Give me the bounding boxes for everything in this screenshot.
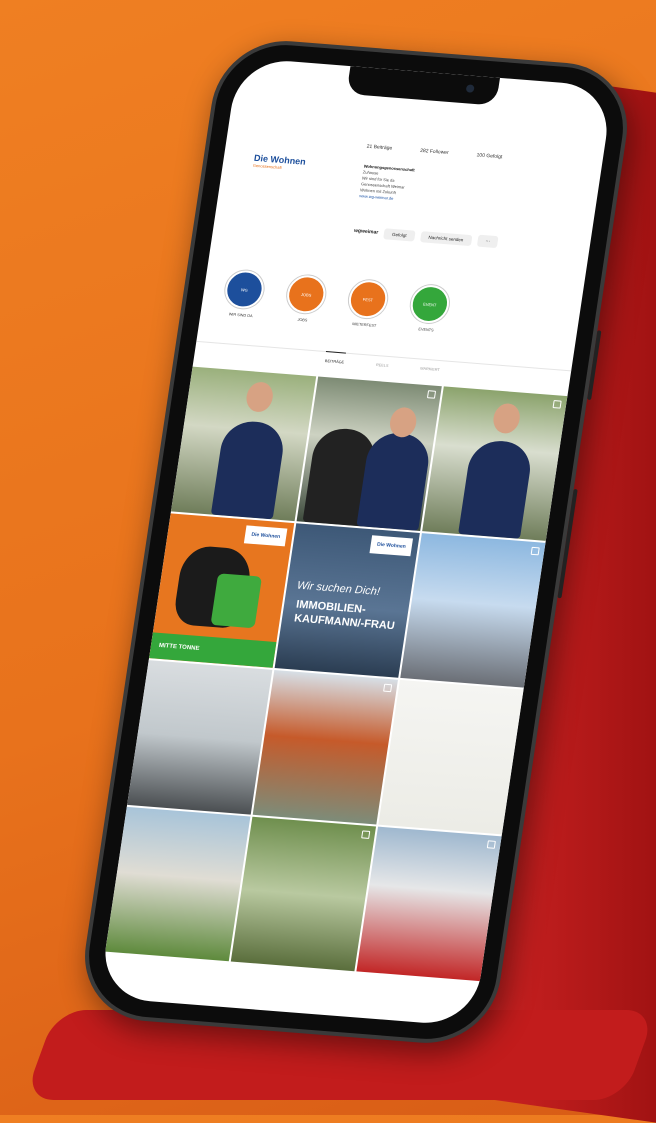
post-grid: Die Wohnen MITTE TONNE Die Wohnen Wir su… <box>105 366 568 982</box>
follow-button[interactable]: Gefolgt <box>383 227 416 242</box>
person-image <box>458 438 535 539</box>
profile-stats: 21 Beiträge 282 Follower 100 Gefolgt <box>366 144 503 161</box>
highlight-label: WIR SIND DA <box>228 312 253 319</box>
post-tile[interactable] <box>356 826 502 982</box>
post-tile[interactable] <box>230 816 377 972</box>
brand-badge: Die Wohnen <box>369 535 414 557</box>
highlight-label: EVENTS <box>418 327 434 333</box>
multi-image-icon <box>383 683 393 693</box>
followers-count[interactable]: 282 Follower <box>420 148 449 156</box>
person-head <box>244 381 275 413</box>
message-button[interactable]: Nachricht senden <box>419 230 473 246</box>
multi-image-icon <box>486 840 496 849</box>
person-head <box>491 402 522 435</box>
tab-tagged[interactable]: MARKIERT <box>420 367 440 373</box>
profile-logo[interactable]: Die Wohnen Genossenschaft <box>253 153 307 172</box>
multi-image-icon <box>552 400 562 409</box>
profile-handle: wgweimar <box>353 227 379 236</box>
person-head <box>387 406 419 439</box>
multi-image-icon <box>361 830 371 839</box>
profile-header: Die Wohnen Genossenschaft 21 Beiträge 28… <box>214 93 608 251</box>
post-tile[interactable] <box>170 366 317 522</box>
volume-button <box>587 330 602 401</box>
post-tile[interactable] <box>400 533 546 688</box>
highlight-events[interactable]: EVENT EVENTS <box>406 283 453 334</box>
highlight-wir-sind-da[interactable]: WG WIR SIND DA <box>220 269 267 319</box>
post-tile[interactable] <box>105 806 251 962</box>
power-button <box>557 488 578 599</box>
story-highlights: WG WIR SIND DA JOBS JOBS FEST MIETERFEST… <box>220 269 452 333</box>
post-tile[interactable] <box>422 386 568 541</box>
post-tile[interactable] <box>378 679 524 835</box>
profile-actions: wgweimar Gefolgt Nachricht senden ⋯ <box>353 225 499 249</box>
post-tile[interactable] <box>127 660 273 815</box>
highlight-circle: WG <box>222 269 267 310</box>
profile-bio: Wohnungsgenossenschaft Zuhause Wir sind … <box>359 163 564 214</box>
more-icon[interactable]: ⋯ <box>476 234 499 249</box>
phone-screen: Die Wohnen Genossenschaft 21 Beiträge 28… <box>98 57 614 1027</box>
multi-image-icon <box>530 546 540 556</box>
tile-headline: IMMOBILIEN-KAUFMANN/-FRAU <box>293 598 396 633</box>
notch <box>346 66 501 106</box>
recycle-bin-image <box>210 573 263 629</box>
post-tile[interactable]: Die Wohnen MITTE TONNE <box>149 513 295 668</box>
tile-script-text: Wir suchen Dich! <box>296 579 381 598</box>
highlight-label: JOBS <box>297 317 308 323</box>
highlight-circle: JOBS <box>284 274 329 315</box>
posts-count[interactable]: 21 Beiträge <box>366 144 392 152</box>
highlight-jobs[interactable]: JOBS JOBS <box>282 274 329 324</box>
multi-image-icon <box>426 390 437 399</box>
tab-reels[interactable]: REELS <box>376 363 389 368</box>
highlight-label: MIETERFEST <box>351 322 377 328</box>
brand-badge: Die Wohnen <box>244 525 288 547</box>
highlight-circle: EVENT <box>408 283 452 325</box>
person-image <box>210 419 287 520</box>
highlight-circle: FEST <box>346 278 390 320</box>
smartphone: Die Wohnen Genossenschaft 21 Beiträge 28… <box>75 35 637 1049</box>
post-tile[interactable] <box>296 376 442 532</box>
camera-icon <box>465 84 475 93</box>
highlight-mieterfest[interactable]: FEST MIETERFEST <box>344 278 391 329</box>
post-tile[interactable]: Die Wohnen Wir suchen Dich! IMMOBILIEN-K… <box>274 523 420 678</box>
post-tile[interactable] <box>252 669 398 825</box>
following-count[interactable]: 100 Gefolgt <box>476 152 503 160</box>
tab-posts[interactable]: BEITRÄGE <box>324 351 346 365</box>
